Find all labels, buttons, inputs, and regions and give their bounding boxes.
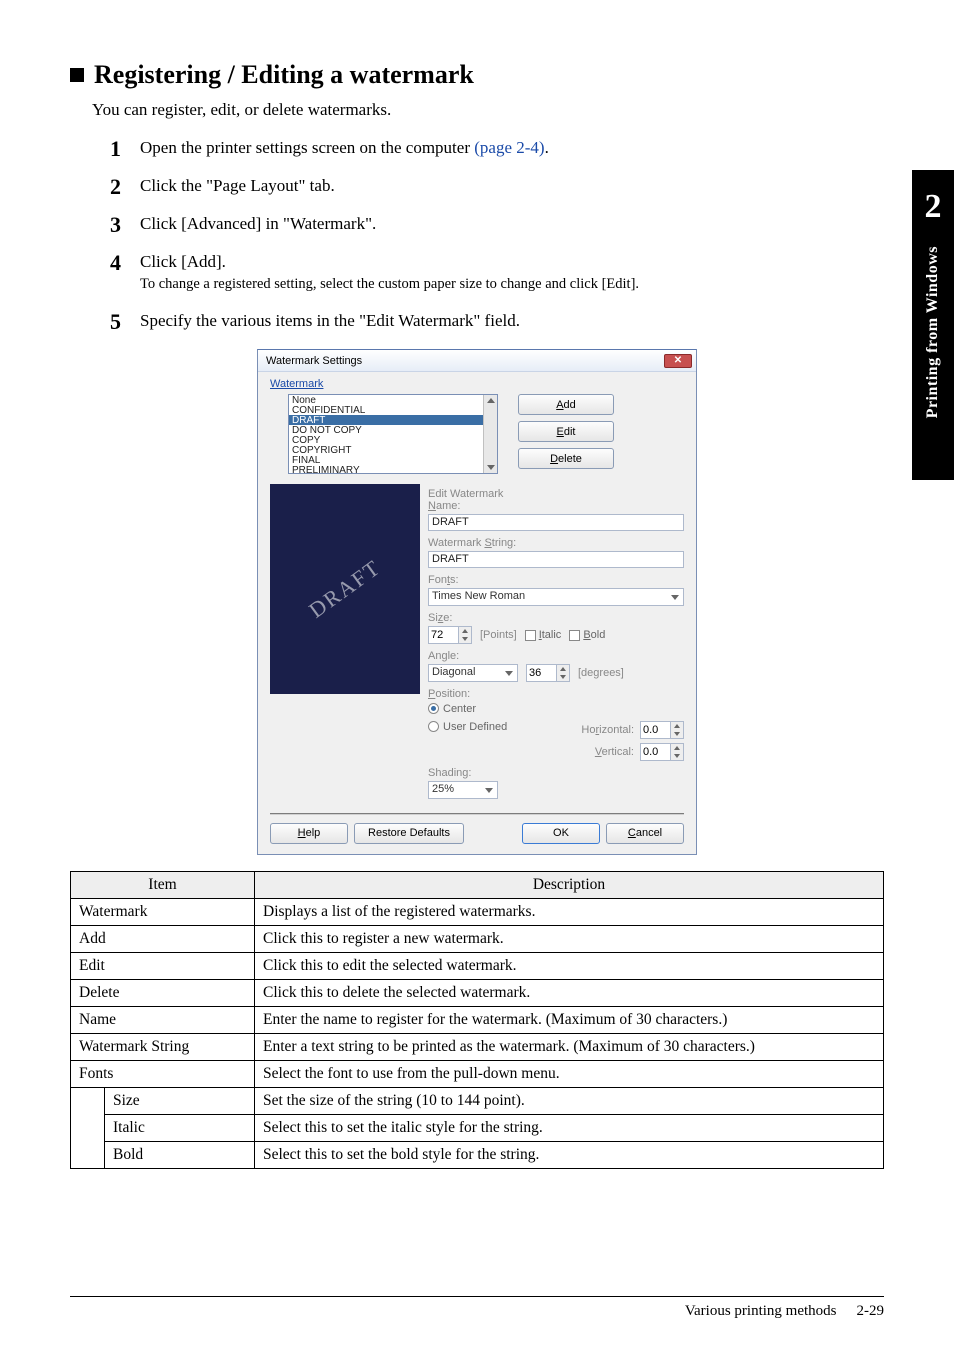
step-3: Click [Advanced] in "Watermark". [110, 214, 884, 234]
position-user-radio[interactable]: User Defined [428, 721, 507, 733]
cancel-button[interactable]: Cancel [606, 823, 684, 844]
table-desc: Set the size of the string (10 to 144 po… [255, 1087, 884, 1114]
scrollbar[interactable] [483, 395, 497, 473]
table-item: Watermark [71, 898, 255, 925]
list-item[interactable]: COPYRIGHT [289, 445, 497, 455]
bullet-icon [70, 68, 84, 82]
position-center-radio[interactable]: Center [428, 703, 476, 715]
table-desc: Enter the name to register for the water… [255, 1006, 884, 1033]
table-desc: Click this to edit the selected watermar… [255, 952, 884, 979]
angle-dropdown[interactable]: Diagonal [428, 664, 518, 682]
vertical-input[interactable] [640, 743, 670, 761]
angle-stepper[interactable] [526, 664, 570, 682]
table-desc: Displays a list of the registered waterm… [255, 898, 884, 925]
list-item-selected[interactable]: DRAFT [289, 415, 497, 425]
step-1-tail: . [545, 138, 549, 157]
table-desc: Select the font to use from the pull-dow… [255, 1060, 884, 1087]
footer-section: Various printing methods [685, 1303, 837, 1320]
table-indent [71, 1087, 105, 1168]
list-item[interactable]: DO NOT COPY [289, 425, 497, 435]
step-5-text: Specify the various items in the "Edit W… [140, 311, 520, 330]
bold-checkbox[interactable]: Bold [569, 629, 605, 641]
list-item[interactable]: CONFIDENTIAL [289, 405, 497, 415]
table-item: Watermark String [71, 1033, 255, 1060]
table-item: Delete [71, 979, 255, 1006]
step-4-text: Click [Add]. [140, 252, 226, 271]
table-desc: Enter a text string to be printed as the… [255, 1033, 884, 1060]
dialog-title: Watermark Settings [266, 355, 362, 367]
intro-text: You can register, edit, or delete waterm… [92, 100, 884, 120]
angle-label: Angle: [428, 650, 684, 662]
page-footer: Various printing methods 2-29 [70, 1296, 884, 1320]
list-item[interactable]: COPY [289, 435, 497, 445]
table-item: Edit [71, 952, 255, 979]
step-4-sub: To change a registered setting, select t… [140, 276, 884, 293]
description-table: Item Description WatermarkDisplays a lis… [70, 871, 884, 1169]
heading-text: Registering / Editing a watermark [94, 60, 474, 89]
angle-unit: [degrees] [578, 667, 624, 679]
vertical-label: Vertical: [595, 746, 634, 758]
help-button[interactable]: Help [270, 823, 348, 844]
watermark-listbox[interactable]: None CONFIDENTIAL DRAFT DO NOT COPY COPY… [288, 394, 498, 474]
size-unit: [Points] [480, 629, 517, 641]
step-2-text: Click the "Page Layout" tab. [140, 176, 335, 195]
step-1-text: Open the printer settings screen on the … [140, 138, 474, 157]
close-icon[interactable]: ✕ [664, 354, 692, 368]
string-label: Watermark String: [428, 537, 684, 549]
list-item[interactable]: None [289, 395, 497, 405]
table-desc: Select this to set the bold style for th… [255, 1141, 884, 1168]
size-input[interactable] [428, 626, 458, 644]
table-desc: Click this to delete the selected waterm… [255, 979, 884, 1006]
table-desc: Select this to set the italic style for … [255, 1114, 884, 1141]
steps-list: Open the printer settings screen on the … [110, 138, 884, 331]
th-desc: Description [255, 871, 884, 898]
table-item: Name [71, 1006, 255, 1033]
th-item: Item [71, 871, 255, 898]
horizontal-stepper[interactable] [640, 721, 684, 739]
ok-button[interactable]: OK [522, 823, 600, 844]
delete-button[interactable]: Delete [518, 448, 614, 469]
fonts-label: Fonts: [428, 574, 684, 586]
edit-watermark-label: Edit Watermark [428, 488, 684, 500]
list-item[interactable]: FINAL [289, 455, 497, 465]
edit-button[interactable]: Edit [518, 421, 614, 442]
footer-page: 2-29 [857, 1303, 885, 1320]
size-label: Size: [428, 612, 684, 624]
name-field[interactable]: DRAFT [428, 514, 684, 531]
watermark-settings-dialog: Watermark Settings ✕ Watermark None CONF… [257, 349, 697, 855]
shading-label: Shading: [428, 767, 684, 779]
angle-input[interactable] [526, 664, 556, 682]
shading-dropdown[interactable]: 25% [428, 781, 498, 799]
list-item[interactable]: PRELIMINARY [289, 465, 497, 474]
step-3-text: Click [Advanced] in "Watermark". [140, 214, 376, 233]
add-button[interactable]: Add [518, 394, 614, 415]
position-label: Position: [428, 688, 684, 700]
horizontal-input[interactable] [640, 721, 670, 739]
table-subitem: Italic [105, 1114, 255, 1141]
table-item: Add [71, 925, 255, 952]
watermark-preview: DRAFT [270, 484, 420, 694]
titlebar: Watermark Settings ✕ [258, 350, 696, 372]
table-desc: Click this to register a new watermark. [255, 925, 884, 952]
step-5: Specify the various items in the "Edit W… [110, 311, 884, 331]
table-subitem: Bold [105, 1141, 255, 1168]
vertical-stepper[interactable] [640, 743, 684, 761]
table-subitem: Size [105, 1087, 255, 1114]
step-4: Click [Add]. To change a registered sett… [110, 252, 884, 293]
section-heading: Registering / Editing a watermark [70, 60, 884, 90]
table-item: Fonts [71, 1060, 255, 1087]
watermark-group-label: Watermark [270, 378, 684, 390]
horizontal-label: Horizontal: [581, 724, 634, 736]
preview-mark: DRAFT [304, 554, 386, 623]
string-field[interactable]: DRAFT [428, 551, 684, 568]
name-label: Name: [428, 500, 684, 512]
step-1: Open the printer settings screen on the … [110, 138, 884, 158]
step-2: Click the "Page Layout" tab. [110, 176, 884, 196]
fonts-dropdown[interactable]: Times New Roman [428, 588, 684, 606]
italic-checkbox[interactable]: Italic [525, 629, 562, 641]
page-link[interactable]: (page 2-4) [474, 138, 544, 157]
size-stepper[interactable] [428, 626, 472, 644]
restore-defaults-button[interactable]: Restore Defaults [354, 823, 464, 844]
